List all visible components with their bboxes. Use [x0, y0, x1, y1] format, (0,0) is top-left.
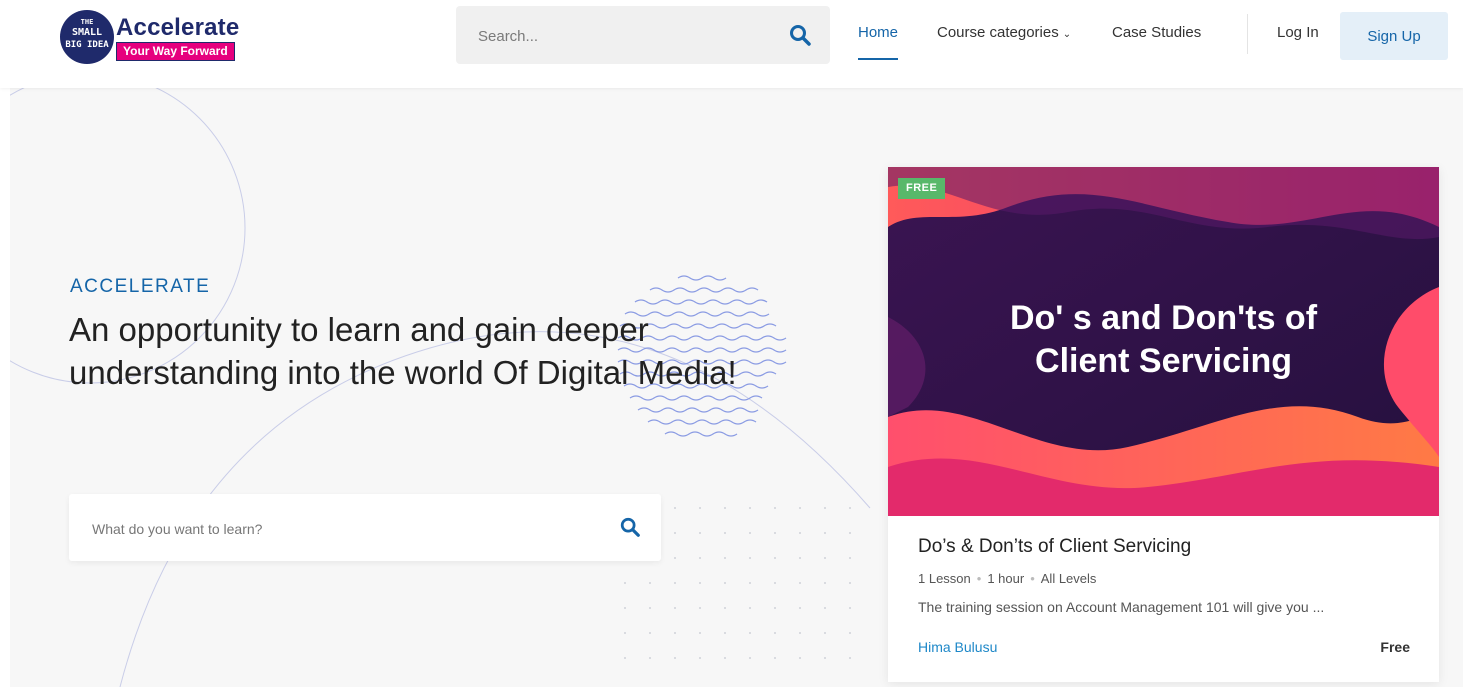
course-meta: 1 Lesson • 1 hour • All Levels	[918, 571, 1096, 586]
learn-search-input[interactable]	[90, 494, 594, 563]
header-search-input[interactable]	[476, 6, 780, 66]
course-description: The training session on Account Manageme…	[918, 599, 1325, 615]
site-header: THE SMALL BIG IDEA Accelerate Your Way F…	[0, 0, 1463, 88]
search-icon[interactable]	[619, 516, 641, 538]
meta-separator: •	[976, 571, 982, 586]
course-card[interactable]: FREE Do' s and Don'ts of Client Servicin…	[888, 167, 1439, 682]
course-duration: 1 hour	[987, 571, 1025, 586]
course-price: Free	[1380, 639, 1410, 655]
learn-search	[69, 494, 661, 563]
hero-section: ACCELERATE An opportunity to learn and g…	[10, 88, 1463, 687]
signup-button[interactable]: Sign Up	[1340, 12, 1448, 60]
login-link[interactable]: Log In	[1277, 24, 1319, 54]
logo-title: Accelerate	[116, 14, 240, 41]
meta-separator: •	[1030, 571, 1035, 586]
header-search	[456, 6, 830, 66]
search-icon[interactable]	[788, 23, 812, 47]
logo-tagline: Your Way Forward	[116, 42, 235, 61]
nav-divider	[1247, 14, 1248, 54]
course-level: All Levels	[1040, 571, 1097, 586]
free-badge: FREE	[898, 178, 946, 199]
logo-badge: THE SMALL BIG IDEA	[60, 10, 114, 64]
nav-case-studies[interactable]: Case Studies	[1112, 24, 1201, 54]
hero-eyebrow: ACCELERATE	[70, 276, 211, 297]
thumbnail-title: Do' s and Don'ts of Client Servicing	[1009, 299, 1318, 380]
nav-course-categories[interactable]: Course categories ⌄	[937, 24, 1071, 54]
hero-headline: An opportunity to learn and gain deeper …	[69, 311, 737, 391]
site-logo[interactable]: THE SMALL BIG IDEA Accelerate Your Way F…	[60, 10, 260, 64]
lesson-count: 1 Lesson	[918, 571, 971, 586]
course-thumbnail[interactable]: FREE Do' s and Don'ts of Client Servicin…	[888, 167, 1439, 516]
course-author[interactable]: Hima Bulusu	[918, 639, 997, 655]
course-title[interactable]: Do’s & Don’ts of Client Servicing	[918, 536, 1191, 558]
nav-course-categories-label: Course categories	[937, 24, 1059, 41]
chevron-down-icon: ⌄	[1062, 29, 1072, 40]
nav-home[interactable]: Home	[858, 24, 899, 60]
